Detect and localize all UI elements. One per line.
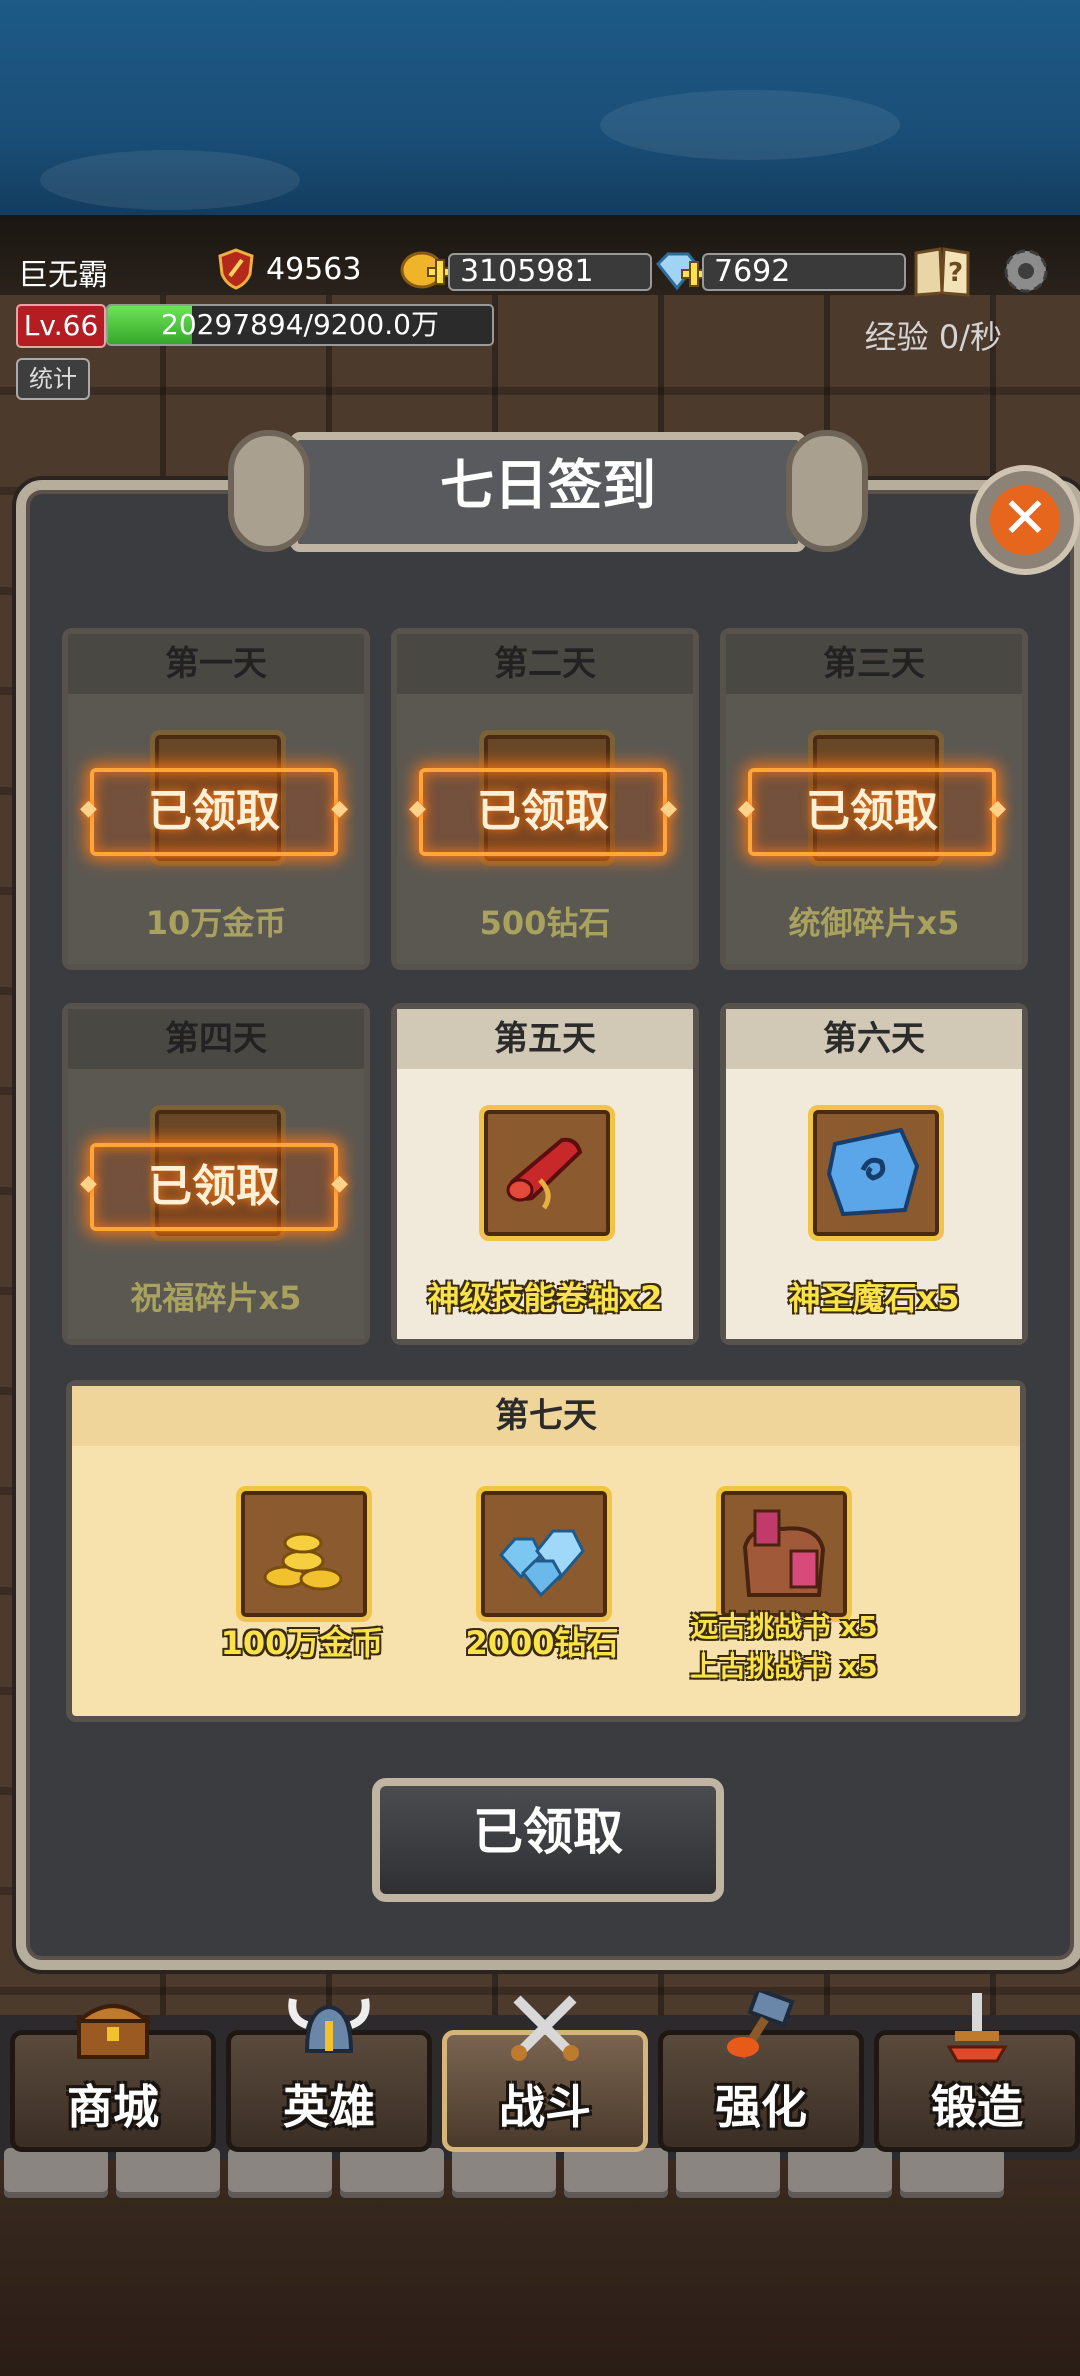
nav-label: 战斗 bbox=[499, 2080, 591, 2134]
exp-rate: 经验 0/秒 bbox=[864, 318, 1002, 356]
stats-button[interactable]: 统计 bbox=[16, 358, 90, 400]
crossed-swords-icon bbox=[511, 1995, 579, 2061]
reward-label: 神级技能卷轴x2 bbox=[427, 1279, 663, 1317]
reward-label: 500钻石 bbox=[479, 904, 611, 942]
day-1-card[interactable]: 第一天 已领取 10万金币 bbox=[62, 628, 370, 970]
day-label: 第三天 bbox=[726, 634, 1022, 694]
forge-sword-icon bbox=[946, 1993, 1008, 2063]
nav-label: 商城 bbox=[67, 2080, 159, 2134]
gold-stat: 3105981 bbox=[398, 248, 652, 296]
nav-heroes[interactable]: 英雄 bbox=[226, 1998, 432, 2152]
day-3-card[interactable]: 第三天 已领取 统御碎片x5 bbox=[720, 628, 1028, 970]
svg-text:?: ? bbox=[948, 258, 963, 288]
gold-coins-icon bbox=[236, 1486, 372, 1622]
reward-label: 2000钻石 bbox=[465, 1624, 619, 1662]
nav-enhance[interactable]: 强化 bbox=[658, 1991, 864, 2152]
magic-stone-icon bbox=[808, 1105, 944, 1241]
nav-label: 强化 bbox=[715, 2080, 807, 2134]
day-label: 第一天 bbox=[68, 634, 364, 694]
gem-value: 7692 bbox=[702, 253, 906, 291]
gear-icon[interactable] bbox=[996, 243, 1056, 299]
day-label: 第七天 bbox=[72, 1386, 1020, 1446]
player-name: 巨无霸 bbox=[18, 258, 108, 293]
power-value: 49563 bbox=[266, 251, 362, 287]
scroll-icon bbox=[479, 1105, 615, 1241]
reward-label: 100万金币 bbox=[220, 1624, 384, 1662]
treasure-chest-icon bbox=[73, 2004, 153, 2059]
nav-forge[interactable]: 锻造 bbox=[874, 1993, 1080, 2152]
sky-background bbox=[0, 0, 1080, 225]
reward-label: 祝福碎片x5 bbox=[130, 1279, 302, 1317]
viking-helmet-icon bbox=[288, 1998, 370, 2053]
gold-value: 3105981 bbox=[448, 253, 652, 291]
nav-shop[interactable]: 商城 bbox=[10, 2004, 216, 2152]
day-label: 第二天 bbox=[397, 634, 693, 694]
dialog-title: 七日签到 bbox=[228, 430, 868, 552]
gold-coin-plus-icon[interactable] bbox=[398, 248, 454, 296]
day-4-card[interactable]: 第四天 已领取 祝福碎片x5 bbox=[62, 1003, 370, 1345]
nav-label: 英雄 bbox=[283, 2080, 375, 2134]
reward-label-primeval: 上古挑战书 x5 bbox=[690, 1650, 878, 1683]
level-badge: Lv.66 bbox=[16, 304, 106, 348]
power-stat: 49563 bbox=[216, 248, 361, 290]
diamond-plus-icon[interactable] bbox=[652, 248, 708, 296]
claimed-stamp: 已领取 bbox=[80, 1143, 348, 1231]
claimed-button[interactable]: 已领取 bbox=[372, 1778, 724, 1902]
reward-label-ancient: 远古挑战书 x5 bbox=[690, 1610, 878, 1643]
claimed-stamp: 已领取 bbox=[80, 768, 348, 856]
close-button[interactable]: ✕ bbox=[970, 465, 1080, 575]
day-label: 第五天 bbox=[397, 1009, 693, 1069]
day-6-card[interactable]: 第六天 神圣魔石x5 bbox=[720, 1003, 1028, 1345]
claimed-stamp: 已领取 bbox=[409, 768, 677, 856]
brick-row bbox=[0, 2148, 1080, 2198]
day-label: 第六天 bbox=[726, 1009, 1022, 1069]
reward-label: 神圣魔石x5 bbox=[788, 1279, 960, 1317]
claimed-stamp: 已领取 bbox=[738, 768, 1006, 856]
xp-text: 20297894/9200.0万 bbox=[161, 308, 439, 341]
reward-label: 10万金币 bbox=[145, 904, 287, 942]
xp-progress-bar: 20297894/9200.0万 bbox=[106, 304, 494, 346]
help-book-icon[interactable]: ? bbox=[912, 243, 972, 299]
day-2-card[interactable]: 第二天 已领取 500钻石 bbox=[391, 628, 699, 970]
day-5-card[interactable]: 第五天 神级技能卷轴x2 bbox=[391, 1003, 699, 1345]
day-label: 第四天 bbox=[68, 1009, 364, 1069]
nav-label: 锻造 bbox=[931, 2080, 1023, 2134]
challenge-book-bag-icon bbox=[716, 1486, 852, 1622]
close-icon: ✕ bbox=[990, 485, 1060, 555]
shield-sword-icon bbox=[218, 248, 254, 290]
day-7-card[interactable]: 第七天 100万金币 2000钻石 远古挑战书 x5 上古挑战书 x5 bbox=[66, 1380, 1026, 1722]
hammer-icon bbox=[727, 1991, 795, 2060]
reward-label: 统御碎片x5 bbox=[788, 904, 960, 942]
nav-battle[interactable]: 战斗 bbox=[442, 1995, 648, 2152]
diamonds-icon bbox=[476, 1486, 612, 1622]
gem-stat: 7692 bbox=[652, 248, 906, 296]
